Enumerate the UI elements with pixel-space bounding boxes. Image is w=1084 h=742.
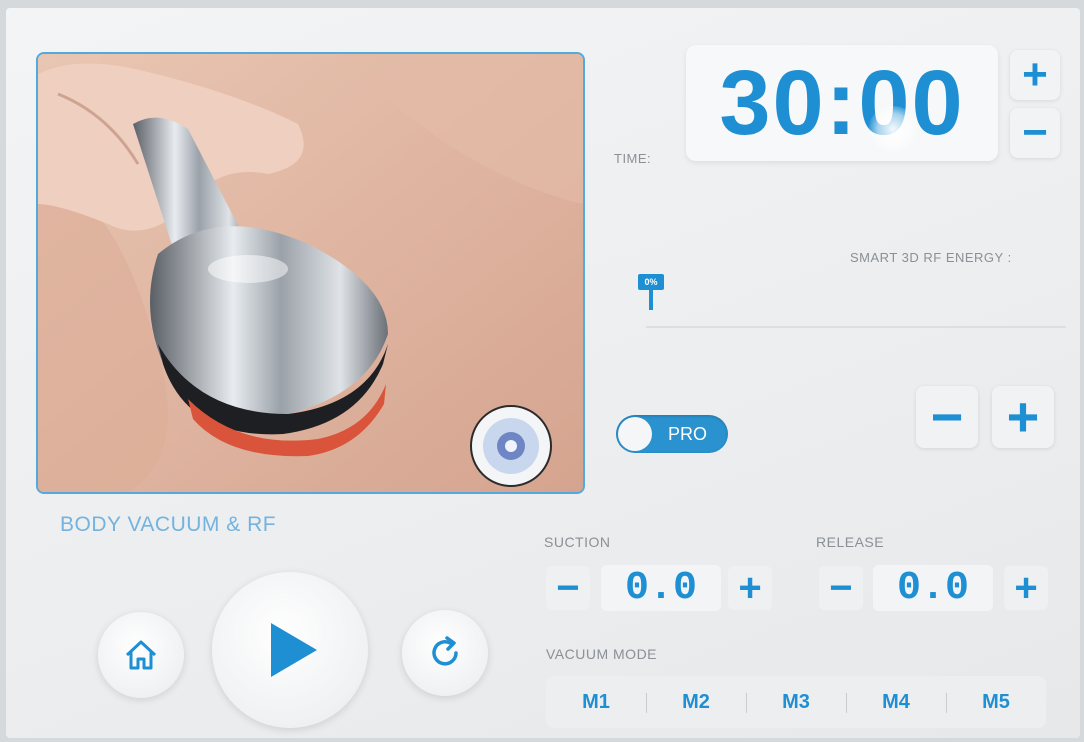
pro-label: PRO: [668, 424, 708, 444]
home-icon: [125, 640, 157, 670]
release-label: RELEASE: [816, 534, 885, 550]
energy-label: SMART 3D RF ENERGY :: [850, 250, 1012, 265]
pro-toggle[interactable]: PRO: [616, 415, 728, 453]
release-increase-button[interactable]: +: [1004, 566, 1048, 610]
mode-m4-button[interactable]: M4: [846, 691, 946, 714]
device-screen: BODY VACUUM & RF TIME: 30:00 + − SMART 3…: [6, 8, 1080, 738]
vacuum-mode-label: VACUUM MODE: [546, 646, 658, 662]
mode-m1-button[interactable]: M1: [546, 691, 646, 714]
toggle-knob: [618, 417, 652, 451]
refresh-icon: [432, 636, 458, 666]
suction-label: SUCTION: [544, 534, 611, 550]
reset-button[interactable]: [402, 610, 488, 696]
vacuum-mode-selector: M1 M2 M3 M4 M5: [546, 676, 1046, 728]
product-photo: [36, 52, 585, 494]
time-label: TIME:: [614, 151, 652, 166]
suction-increase-button[interactable]: +: [728, 566, 772, 610]
treatment-illustration: [38, 54, 583, 492]
energy-increase-button[interactable]: +: [992, 386, 1054, 448]
timer-display: 30:00: [686, 45, 998, 161]
product-title: BODY VACUUM & RF: [60, 513, 277, 536]
start-button[interactable]: [212, 572, 368, 728]
suction-decrease-button[interactable]: −: [546, 566, 590, 610]
mode-m3-button[interactable]: M3: [746, 691, 846, 714]
time-decrease-button[interactable]: −: [1010, 108, 1060, 158]
energy-slider-handle[interactable]: 0%: [638, 274, 668, 318]
release-value: 0.0: [873, 565, 993, 611]
slider-stem: [649, 290, 653, 310]
energy-decrease-button[interactable]: −: [916, 386, 978, 448]
energy-percent: 0%: [638, 274, 664, 290]
time-increase-button[interactable]: +: [1010, 50, 1060, 100]
play-icon: [271, 623, 317, 677]
mode-m2-button[interactable]: M2: [646, 691, 746, 714]
energy-slider-track[interactable]: [646, 326, 1066, 328]
suction-value: 0.0: [601, 565, 721, 611]
mode-m5-button[interactable]: M5: [946, 691, 1046, 714]
home-button[interactable]: [98, 612, 184, 698]
release-decrease-button[interactable]: −: [819, 566, 863, 610]
